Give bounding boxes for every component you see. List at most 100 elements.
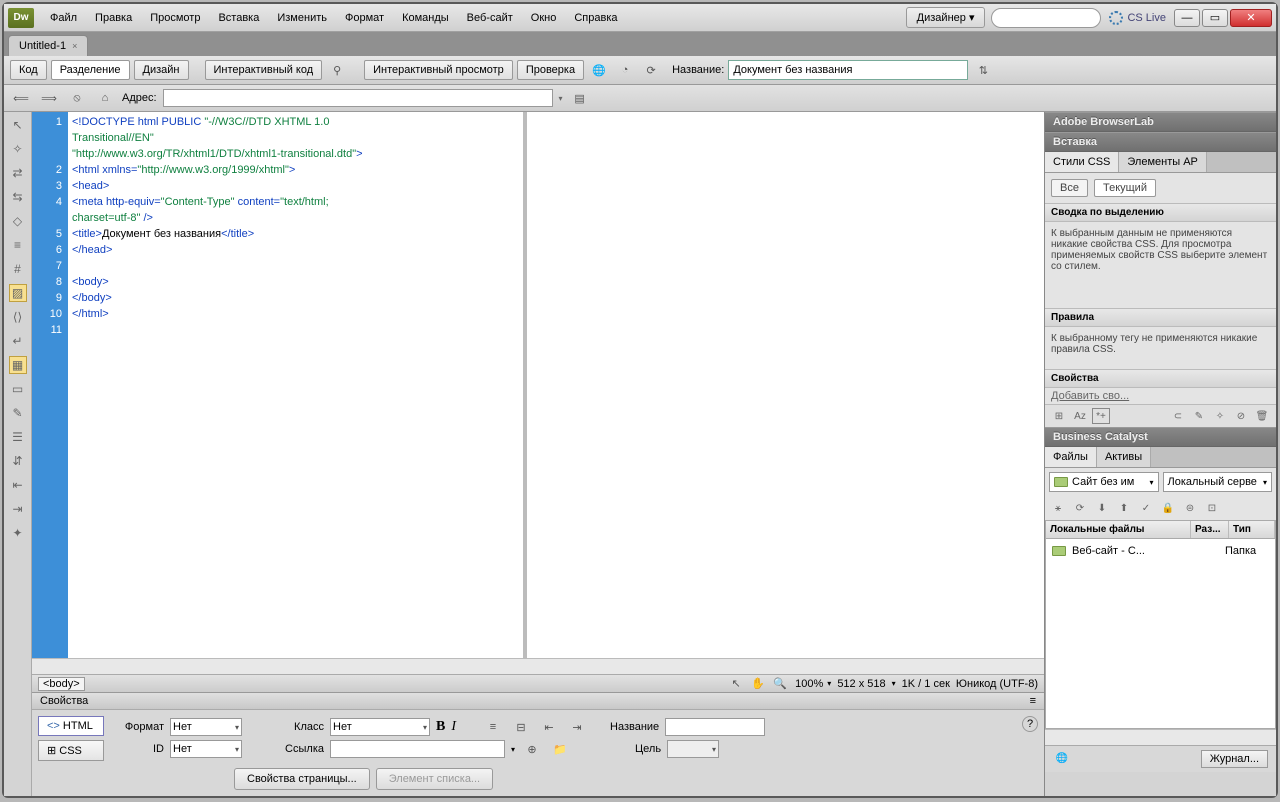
link-input[interactable] xyxy=(330,740,505,758)
tool-highlight-icon[interactable]: ▨ xyxy=(9,284,27,302)
journal-button[interactable]: Журнал... xyxy=(1201,750,1268,768)
refresh-files-icon[interactable]: ⟳ xyxy=(1071,500,1089,516)
menu-format[interactable]: Формат xyxy=(337,8,392,28)
tool-wrap-icon[interactable]: ↵ xyxy=(9,332,27,350)
view-code-button[interactable]: Код xyxy=(10,60,47,80)
css-set-icon[interactable]: *+ xyxy=(1092,408,1110,424)
help-icon[interactable]: ? xyxy=(1022,716,1038,732)
address-input[interactable] xyxy=(163,89,553,107)
window-minimize[interactable]: — xyxy=(1174,9,1200,27)
italic-button[interactable]: I xyxy=(451,719,456,735)
col-type[interactable]: Тип xyxy=(1229,521,1275,538)
get-icon[interactable]: ⬇ xyxy=(1093,500,1111,516)
cslive-button[interactable]: CS Live xyxy=(1109,11,1166,25)
menu-window[interactable]: Окно xyxy=(523,8,565,28)
css-cat-icon[interactable]: ⊞ xyxy=(1050,408,1068,424)
stop-icon[interactable]: ⦸ xyxy=(66,88,88,108)
business-catalyst-header[interactable]: Business Catalyst xyxy=(1045,427,1276,447)
tool-outdent-icon[interactable]: ⇤ xyxy=(9,476,27,494)
target-select[interactable] xyxy=(667,740,719,758)
code-text[interactable]: <!DOCTYPE html PUBLIC "-//W3C//DTD XHTML… xyxy=(68,112,523,658)
title-input[interactable] xyxy=(728,60,968,80)
select-tool-icon[interactable]: ↖ xyxy=(725,674,747,694)
code-editor[interactable]: 1 23 4 56 78 910 11 <!DOCTYPE html PUBLI… xyxy=(32,112,527,658)
css-styles-tab[interactable]: Стили CSS xyxy=(1045,152,1119,172)
files-list[interactable]: Веб-сайт - С... Папка xyxy=(1045,539,1276,729)
file-mgmt-icon[interactable]: ⇅ xyxy=(972,60,994,80)
checkout-icon[interactable]: ✓ xyxy=(1137,500,1155,516)
indent-icon[interactable]: ⇥ xyxy=(566,717,588,737)
name-input[interactable] xyxy=(665,718,765,736)
horizontal-scrollbar[interactable] xyxy=(32,658,1044,674)
menu-help[interactable]: Справка xyxy=(566,8,625,28)
files-tab[interactable]: Файлы xyxy=(1045,447,1097,467)
zoom-tool-icon[interactable]: 🔍 xyxy=(769,674,791,694)
doc-dimensions[interactable]: 512 x 518 xyxy=(837,678,885,690)
forward-icon[interactable]: ⟹ xyxy=(38,88,60,108)
tool-collapse-icon[interactable]: ⇄ xyxy=(9,164,27,182)
window-close[interactable]: ✕ xyxy=(1230,9,1272,27)
site-select[interactable]: Сайт без им▾ xyxy=(1049,472,1159,492)
tool-expand-icon[interactable]: ⇆ xyxy=(9,188,27,206)
menu-insert[interactable]: Вставка xyxy=(210,8,267,28)
server-select[interactable]: Локальный серве▾ xyxy=(1163,472,1273,492)
tool-snippet-icon[interactable]: ✎ xyxy=(9,404,27,422)
put-icon[interactable]: ⬆ xyxy=(1115,500,1133,516)
live-code-button[interactable]: Интерактивный код xyxy=(205,60,323,80)
tool-indent-icon[interactable]: ▦ xyxy=(9,356,27,374)
col-size[interactable]: Раз... xyxy=(1191,521,1229,538)
tool-comment-icon[interactable]: ▭ xyxy=(9,380,27,398)
tool-format-icon[interactable]: ✦ xyxy=(9,524,27,542)
tag-selector[interactable]: <body> xyxy=(38,677,85,691)
page-properties-button[interactable]: Свойства страницы... xyxy=(234,768,370,790)
menu-modify[interactable]: Изменить xyxy=(269,8,335,28)
design-view[interactable] xyxy=(527,112,1044,658)
css-all-button[interactable]: Все xyxy=(1051,179,1088,197)
workspace-switcher[interactable]: Дизайнер ▾ xyxy=(906,7,986,28)
browse-icon[interactable]: 📁 xyxy=(549,739,571,759)
browserlab-panel-header[interactable]: Adobe BrowserLab xyxy=(1045,112,1276,132)
props-html-button[interactable]: <> HTML xyxy=(38,716,104,736)
css-current-button[interactable]: Текущий xyxy=(1094,179,1156,197)
hand-tool-icon[interactable]: ✋ xyxy=(747,674,769,694)
zoom-level[interactable]: 100% xyxy=(795,678,823,690)
view-split-button[interactable]: Разделение xyxy=(51,60,130,80)
back-icon[interactable]: ⟸ xyxy=(10,88,32,108)
add-property-link[interactable]: Добавить сво... xyxy=(1051,390,1129,402)
id-select[interactable]: Нет xyxy=(170,740,242,758)
bold-button[interactable]: B xyxy=(436,719,445,735)
menu-commands[interactable]: Команды xyxy=(394,8,457,28)
log-icon[interactable]: 🌐 xyxy=(1053,750,1071,766)
menu-view[interactable]: Просмотр xyxy=(142,8,208,28)
assets-tab[interactable]: Активы xyxy=(1097,447,1151,467)
css-attach-icon[interactable]: ⊂ xyxy=(1169,408,1187,424)
ul-icon[interactable]: ≡ xyxy=(482,717,504,737)
css-delete-icon[interactable]: 🗑 xyxy=(1253,408,1271,424)
tool-wand-icon[interactable]: ✧ xyxy=(9,140,27,158)
options-icon[interactable]: ▤ xyxy=(569,88,591,108)
globe-icon[interactable]: 🌐 xyxy=(588,60,610,80)
expand-icon[interactable]: ⊡ xyxy=(1203,500,1221,516)
tool-move-icon[interactable]: ⇵ xyxy=(9,452,27,470)
checkin-icon[interactable]: 🔒 xyxy=(1159,500,1177,516)
ol-icon[interactable]: ⊟ xyxy=(510,717,532,737)
document-tab[interactable]: Untitled-1 × xyxy=(8,35,88,56)
css-new-icon[interactable]: ✎ xyxy=(1190,408,1208,424)
home-icon[interactable]: ⌂ xyxy=(94,88,116,108)
col-local[interactable]: Локальные файлы xyxy=(1046,521,1191,538)
files-scrollbar[interactable] xyxy=(1045,729,1276,745)
preview-icon[interactable]: ◔ xyxy=(614,60,636,80)
check-button[interactable]: Проверка xyxy=(517,60,584,80)
format-select[interactable]: Нет xyxy=(170,718,242,736)
file-row[interactable]: Веб-сайт - С... Папка xyxy=(1050,543,1271,559)
insert-panel-header[interactable]: Вставка xyxy=(1045,132,1276,152)
props-css-button[interactable]: ⊞ CSS xyxy=(38,740,104,761)
tool-syntax-icon[interactable]: ⟨⟩ xyxy=(9,308,27,326)
close-tab-icon[interactable]: × xyxy=(72,41,77,51)
menu-site[interactable]: Веб-сайт xyxy=(459,8,521,28)
css-az-icon[interactable]: Aᴢ xyxy=(1071,408,1089,424)
search-input[interactable] xyxy=(991,8,1101,28)
connect-icon[interactable]: ⚹ xyxy=(1049,500,1067,516)
tool-balance-icon[interactable]: ≡ xyxy=(9,236,27,254)
tool-indent2-icon[interactable]: ⇥ xyxy=(9,500,27,518)
